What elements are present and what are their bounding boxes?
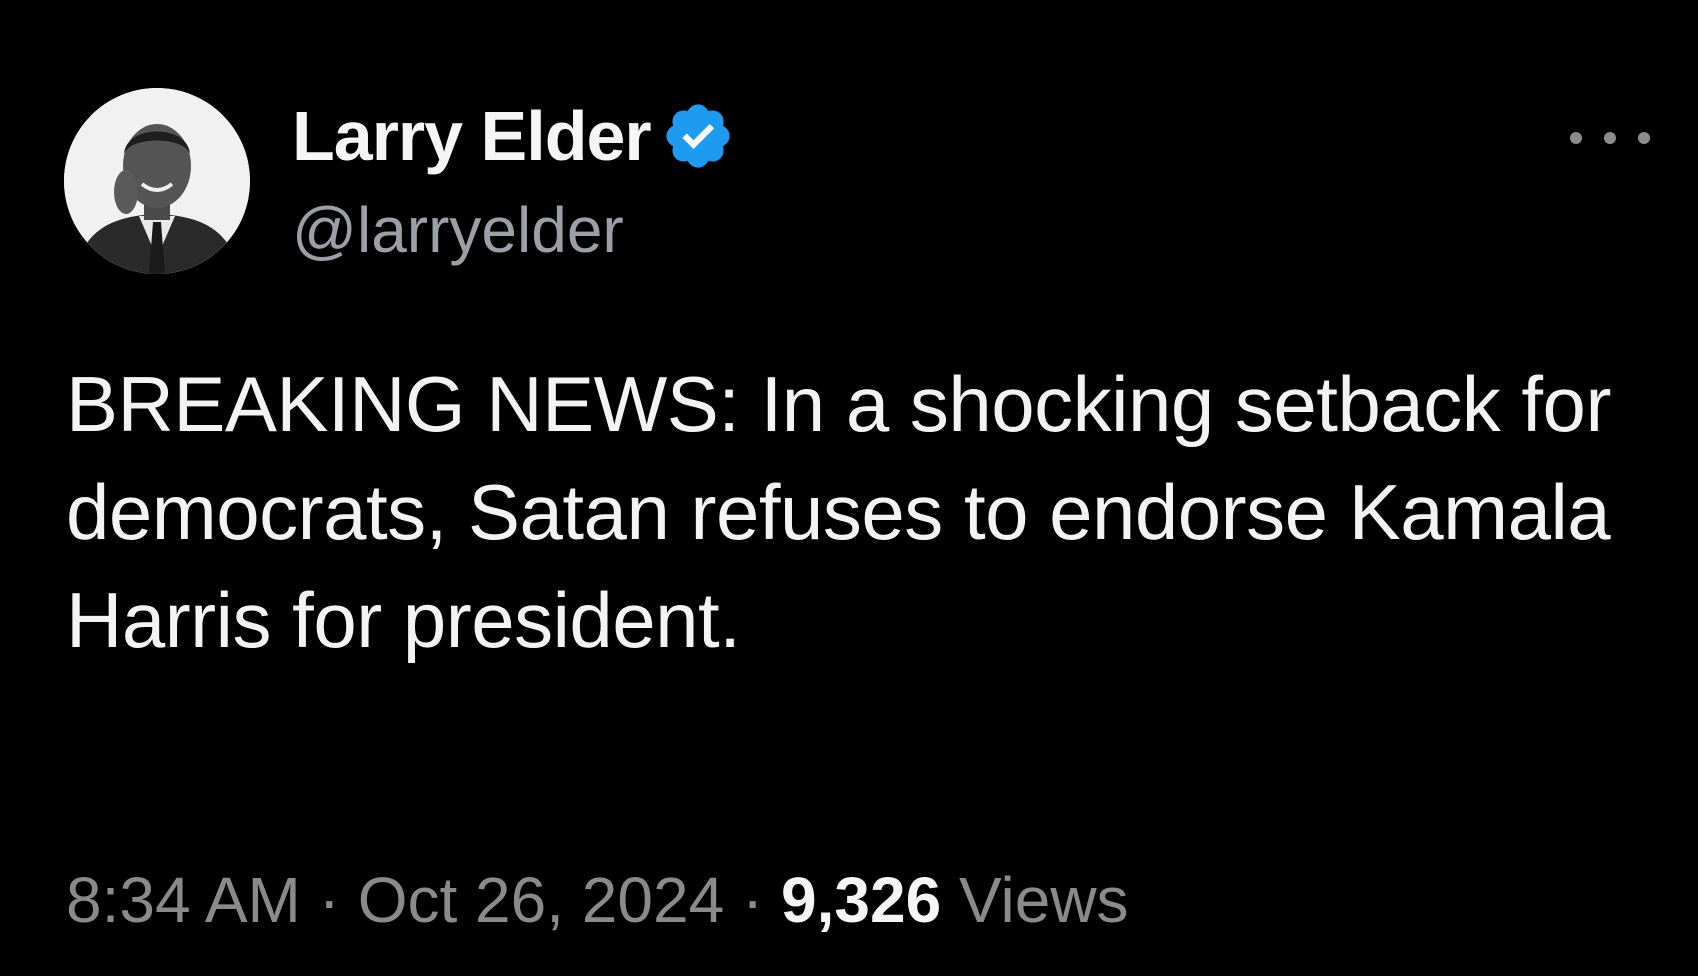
- more-dot: [1638, 132, 1650, 144]
- avatar[interactable]: [64, 88, 250, 274]
- meta-separator: ·: [318, 864, 340, 936]
- tweet-date[interactable]: Oct 26, 2024: [358, 864, 724, 936]
- tweet-card: Larry Elder @larryelder BREAKING NEWS: I…: [0, 0, 1698, 976]
- author-handle[interactable]: @larryelder: [292, 190, 624, 270]
- more-dot: [1570, 132, 1582, 144]
- meta-separator: ·: [741, 864, 764, 936]
- avatar-photo: [64, 88, 250, 274]
- author-name-row: Larry Elder: [292, 96, 735, 176]
- verified-badge-icon: [661, 99, 735, 173]
- author-display-name[interactable]: Larry Elder: [292, 96, 652, 176]
- tweet-text: BREAKING NEWS: In a shocking setback for…: [66, 360, 1611, 664]
- more-options-icon[interactable]: [1570, 118, 1650, 158]
- more-dot: [1604, 132, 1616, 144]
- views-count: 9,326: [781, 864, 942, 936]
- views-label: Views: [958, 864, 1129, 936]
- tweet-time[interactable]: 8:34 AM: [66, 864, 301, 936]
- tweet-meta: 8:34 AM · Oct 26, 2024 · 9,326 Views: [66, 860, 1129, 940]
